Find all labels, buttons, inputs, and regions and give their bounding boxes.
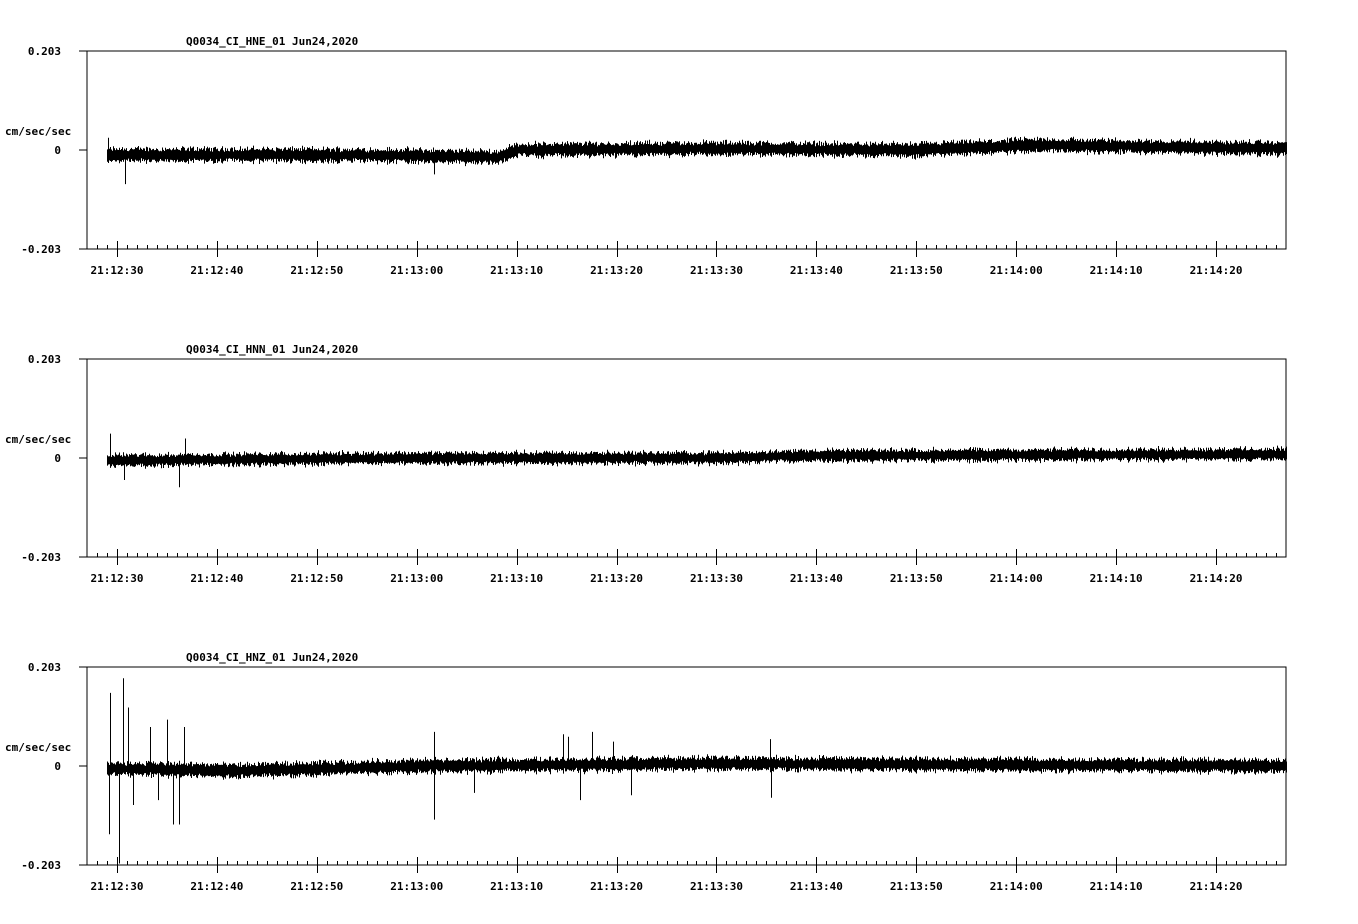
x-tick-label: 21:13:20	[590, 572, 643, 585]
panel-title: Q0034_CI_HNE_01 Jun24,2020	[186, 35, 358, 48]
x-tick-label: 21:13:10	[490, 572, 543, 585]
x-tick-label: 21:14:20	[1190, 264, 1243, 277]
seismogram-panel-1: Q0034_CI_HNE_01 Jun24,2020 cm/sec/sec 0.20…	[5, 35, 1287, 277]
y-tick-label-zero: 0	[54, 760, 61, 773]
x-tick-label: 21:13:40	[790, 572, 843, 585]
y-tick-label-min: -0.203	[21, 551, 61, 564]
y-tick-label-zero: 0	[54, 144, 61, 157]
x-tick-label: 21:12:50	[290, 572, 343, 585]
x-tick-label: 21:13:30	[690, 572, 743, 585]
panel-title: Q0034_CI_HNN_01 Jun24,2020	[186, 343, 358, 356]
x-tick-label: 21:12:40	[190, 264, 243, 277]
x-tick-label: 21:14:20	[1190, 880, 1243, 893]
y-tick-label-zero: 0	[54, 452, 61, 465]
x-tick-label: 21:13:00	[390, 264, 443, 277]
y-axis-label: cm/sec/sec	[5, 433, 71, 446]
waveform-trace	[107, 754, 1287, 780]
x-tick-label: 21:13:10	[490, 880, 543, 893]
x-tick-label: 21:14:00	[990, 264, 1043, 277]
y-axis-label: cm/sec/sec	[5, 125, 71, 138]
x-tick-label: 21:12:30	[90, 880, 143, 893]
seismogram-figure: Q0034_CI_HNE_01 Jun24,2020 cm/sec/sec 0.20…	[5, 35, 1287, 893]
y-tick-label-min: -0.203	[21, 859, 61, 872]
panel-title: Q0034_CI_HNZ_01 Jun24,2020	[186, 651, 358, 664]
y-axis-label: cm/sec/sec	[5, 741, 71, 754]
x-tick-label: 21:13:30	[690, 880, 743, 893]
seismogram-panel-2: Q0034_CI_HNN_01 Jun24,2020 cm/sec/sec 0.20…	[5, 343, 1287, 585]
x-tick-label: 21:13:00	[390, 572, 443, 585]
x-tick-label: 21:14:20	[1190, 572, 1243, 585]
y-tick-label-max: 0.203	[28, 353, 61, 366]
x-tick-label: 21:14:10	[1090, 572, 1143, 585]
x-tick-label: 21:12:30	[90, 572, 143, 585]
x-tick-label: 21:13:20	[590, 264, 643, 277]
y-tick-label-min: -0.203	[21, 243, 61, 256]
x-tick-label: 21:13:30	[690, 264, 743, 277]
x-tick-label: 21:14:00	[990, 880, 1043, 893]
x-tick-label: 21:13:50	[890, 572, 943, 585]
x-tick-label: 21:14:10	[1090, 264, 1143, 277]
x-tick-label: 21:12:50	[290, 264, 343, 277]
x-tick-label: 21:13:50	[890, 264, 943, 277]
x-tick-label: 21:12:40	[190, 572, 243, 585]
x-tick-label: 21:12:30	[90, 264, 143, 277]
waveform-trace	[107, 445, 1287, 469]
x-tick-label: 21:13:40	[790, 264, 843, 277]
x-tick-label: 21:14:00	[990, 572, 1043, 585]
x-tick-label: 21:13:00	[390, 880, 443, 893]
x-tick-label: 21:13:40	[790, 880, 843, 893]
waveform-trace	[107, 136, 1287, 167]
x-tick-label: 21:14:10	[1090, 880, 1143, 893]
x-tick-label: 21:13:50	[890, 880, 943, 893]
x-tick-label: 21:13:10	[490, 264, 543, 277]
x-tick-label: 21:13:20	[590, 880, 643, 893]
seismogram-panel-3: Q0034_CI_HNZ_01 Jun24,2020 cm/sec/sec 0.20…	[5, 651, 1287, 893]
x-tick-label: 21:12:50	[290, 880, 343, 893]
y-tick-label-max: 0.203	[28, 661, 61, 674]
y-tick-label-max: 0.203	[28, 45, 61, 58]
x-tick-label: 21:12:40	[190, 880, 243, 893]
